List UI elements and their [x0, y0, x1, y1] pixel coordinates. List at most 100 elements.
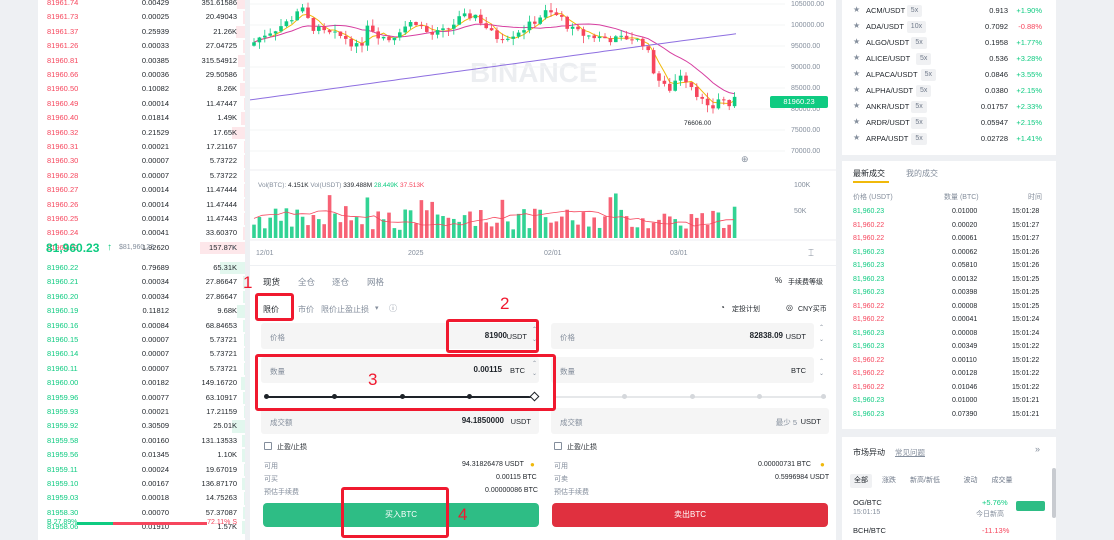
movers-scrollbar[interactable] — [1052, 468, 1056, 518]
tab-my-trades[interactable]: 我的成交 — [906, 168, 938, 179]
order-book-row[interactable]: 81960.27 0.00014 11.47444 — [38, 183, 245, 197]
movers-tab[interactable]: 波动 — [960, 474, 982, 488]
order-book-row[interactable]: 81960.14 0.00007 5.73721 — [38, 347, 245, 361]
order-book-row[interactable]: 81960.81 0.00385 315.54912 — [38, 54, 245, 68]
star-icon[interactable]: ★ — [853, 85, 860, 94]
movers-tab[interactable]: 新高/新低 — [906, 474, 944, 488]
star-icon[interactable]: ★ — [853, 5, 860, 14]
order-book-row[interactable]: 81959.58 0.00160 131.13533 — [38, 434, 245, 448]
info-icon[interactable]: ⓘ — [389, 303, 397, 314]
star-icon[interactable]: ★ — [853, 133, 860, 142]
star-icon[interactable]: ★ — [853, 69, 860, 78]
market-row[interactable]: ★ ALGO/USDT 5x 0.1958 +1.77% — [842, 34, 1056, 50]
order-book-row[interactable]: 81960.00 0.00182 149.16720 — [38, 376, 245, 390]
sell-total-field[interactable]: 成交额 最少 5 USDT — [551, 408, 829, 434]
order-book-row[interactable]: 81960.30 0.00007 5.73722 — [38, 154, 245, 168]
order-book-row[interactable]: 81960.31 0.00021 17.21167 — [38, 140, 245, 154]
order-book-row[interactable]: 81960.22 0.79689 65.31K — [38, 261, 245, 275]
tab-cross[interactable]: 全仓 — [298, 276, 315, 288]
movers-faq-link[interactable]: 常见问题 — [895, 447, 925, 458]
sell-price-value[interactable]: 82838.09 — [750, 331, 783, 340]
sell-price-field[interactable]: 价格 82838.09 USDT — [551, 323, 814, 349]
market-row[interactable]: ★ ALICE/USDT 5x 0.536 +3.28% — [842, 50, 1056, 66]
stepper-down-icon[interactable]: ⌄ — [819, 336, 824, 343]
order-book-row[interactable]: 81959.96 0.00077 63.10917 — [38, 391, 245, 405]
order-book-row[interactable]: 81960.15 0.00007 5.73721 — [38, 333, 245, 347]
market-row[interactable]: ★ ADA/USDT 10x 0.7092 -0.88% — [842, 18, 1056, 34]
tab-spot[interactable]: 现货 — [263, 276, 280, 288]
order-book-row[interactable]: 81960.49 0.00014 11.47447 — [38, 97, 245, 111]
mover-pair[interactable]: BCH/BTC — [853, 526, 886, 535]
sell-amount-slider[interactable] — [556, 393, 826, 401]
sell-tpsl-checkbox[interactable] — [554, 442, 562, 450]
stepper-down-icon[interactable]: ⌄ — [819, 370, 824, 377]
order-book-row[interactable]: 81960.11 0.00007 5.73721 — [38, 362, 245, 376]
order-book-row[interactable]: 81960.21 0.00034 27.86647 — [38, 275, 245, 289]
order-book-row[interactable]: 81960.50 0.10082 8.26K — [38, 82, 245, 96]
buy-tpsl-checkbox[interactable] — [264, 442, 272, 450]
slider-stop[interactable] — [821, 394, 826, 399]
order-book-row[interactable]: 81961.37 0.25939 21.26K — [38, 25, 245, 39]
order-book-row[interactable]: 81960.28 0.00007 5.73722 — [38, 169, 245, 183]
market-row[interactable]: ★ ANKR/USDT 5x 0.01757 +2.33% — [842, 98, 1056, 114]
order-book-row[interactable]: 81960.32 0.21529 17.65K — [38, 126, 245, 140]
star-icon[interactable]: ★ — [853, 37, 860, 46]
market-row[interactable]: ★ ARDR/USDT 5x 0.05947 +2.15% — [842, 114, 1056, 130]
order-book-row[interactable]: 81959.92 0.30509 25.01K — [38, 419, 245, 433]
fee-level-link[interactable]: 手续费等级 — [788, 277, 823, 287]
order-book-last-price[interactable]: 81,960.23 ↑ $81,960.23 › — [38, 236, 245, 260]
mover-note: 今日新高 — [976, 511, 1004, 518]
order-type-market[interactable]: 市价 — [298, 304, 314, 315]
order-book-row[interactable]: 81960.25 0.00014 11.47443 — [38, 212, 245, 226]
order-book-row[interactable]: 81961.73 0.00025 20.49043 — [38, 10, 245, 24]
auto-invest-link[interactable]: 定投计划 — [732, 304, 760, 314]
slider-stop[interactable] — [622, 394, 627, 399]
add-funds-icon[interactable]: ● — [820, 460, 825, 469]
order-book-row[interactable]: 81960.19 0.11812 9.68K — [38, 304, 245, 318]
chevron-right-icon[interactable]: › — [232, 242, 235, 252]
add-funds-icon[interactable]: ● — [530, 460, 535, 469]
order-book-row[interactable]: 81959.10 0.00167 136.87170 — [38, 477, 245, 491]
order-book-row[interactable]: 81961.74 0.00429 351.61586 — [38, 0, 245, 10]
sell-quantity-field[interactable]: 数量 BTC — [551, 357, 814, 383]
star-icon[interactable]: ★ — [853, 53, 860, 62]
movers-tab[interactable]: 全部 — [850, 474, 872, 488]
stepper-up-icon[interactable]: ⌃ — [819, 358, 824, 365]
tab-isolated[interactable]: 逐仓 — [332, 276, 349, 288]
movers-tab[interactable]: 涨跌 — [878, 474, 900, 488]
order-book-row[interactable]: 81959.56 0.01345 1.10K — [38, 448, 245, 462]
buy-total-value[interactable]: 94.1850000 — [462, 416, 504, 425]
sell-btc-button[interactable]: 卖出BTC — [552, 503, 828, 527]
order-book-row[interactable]: 81959.03 0.00018 14.75263 — [38, 491, 245, 505]
dropdown-caret-icon[interactable]: ▾ — [375, 304, 379, 312]
star-icon[interactable]: ★ — [853, 117, 860, 126]
order-book-row[interactable]: 81960.26 0.00014 11.47444 — [38, 198, 245, 212]
mover-pair[interactable]: OG/BTC — [853, 498, 882, 507]
price-chart[interactable]: BINANCE 105000.00 100000.00 95000.00 90000.… — [249, 0, 836, 265]
tab-latest-trades[interactable]: 最新成交 — [853, 168, 885, 179]
market-row[interactable]: ★ ACM/USDT 5x 0.913 +1.90% — [842, 2, 1056, 18]
buy-total-field[interactable]: 成交额 94.1850000 USDT — [261, 408, 539, 434]
slider-stop[interactable] — [757, 394, 762, 399]
star-icon[interactable]: ★ — [853, 21, 860, 30]
order-book-row[interactable]: 81959.93 0.00021 17.21159 — [38, 405, 245, 419]
cny-buy-link[interactable]: CNY买币 — [798, 304, 827, 314]
order-book-row[interactable]: 81960.20 0.00034 27.86647 — [38, 290, 245, 304]
market-row[interactable]: ★ ARPA/USDT 5x 0.02728 +1.41% — [842, 130, 1056, 146]
slider-stop[interactable] — [690, 394, 695, 399]
market-row[interactable]: ★ ALPACA/USDT 5x 0.0846 +3.55% — [842, 66, 1056, 82]
collapse-icon[interactable]: » — [1035, 444, 1040, 454]
order-type-stop-limit[interactable]: 限价止盈止损 — [321, 304, 369, 315]
movers-tab[interactable]: 成交量 — [988, 474, 1017, 488]
market-row[interactable]: ★ ALPHA/USDT 5x 0.0380 +2.15% — [842, 82, 1056, 98]
order-book-row[interactable]: 81960.16 0.00084 68.84653 — [38, 319, 245, 333]
order-book-row[interactable]: 81960.40 0.01814 1.49K — [38, 111, 245, 125]
tab-grid[interactable]: 网格 — [367, 276, 384, 288]
order-book-row[interactable]: 81959.11 0.00024 19.67019 — [38, 463, 245, 477]
stepper-up-icon[interactable]: ⌃ — [819, 324, 824, 331]
order-book-row[interactable]: 81961.26 0.00033 27.04725 — [38, 39, 245, 53]
star-icon[interactable]: ★ — [853, 101, 860, 110]
chart-settings-icon[interactable]: ⊕ — [741, 154, 749, 165]
axis-reset-icon[interactable]: ⌶ — [808, 248, 814, 259]
order-book-row[interactable]: 81960.66 0.00036 29.50586 — [38, 68, 245, 82]
